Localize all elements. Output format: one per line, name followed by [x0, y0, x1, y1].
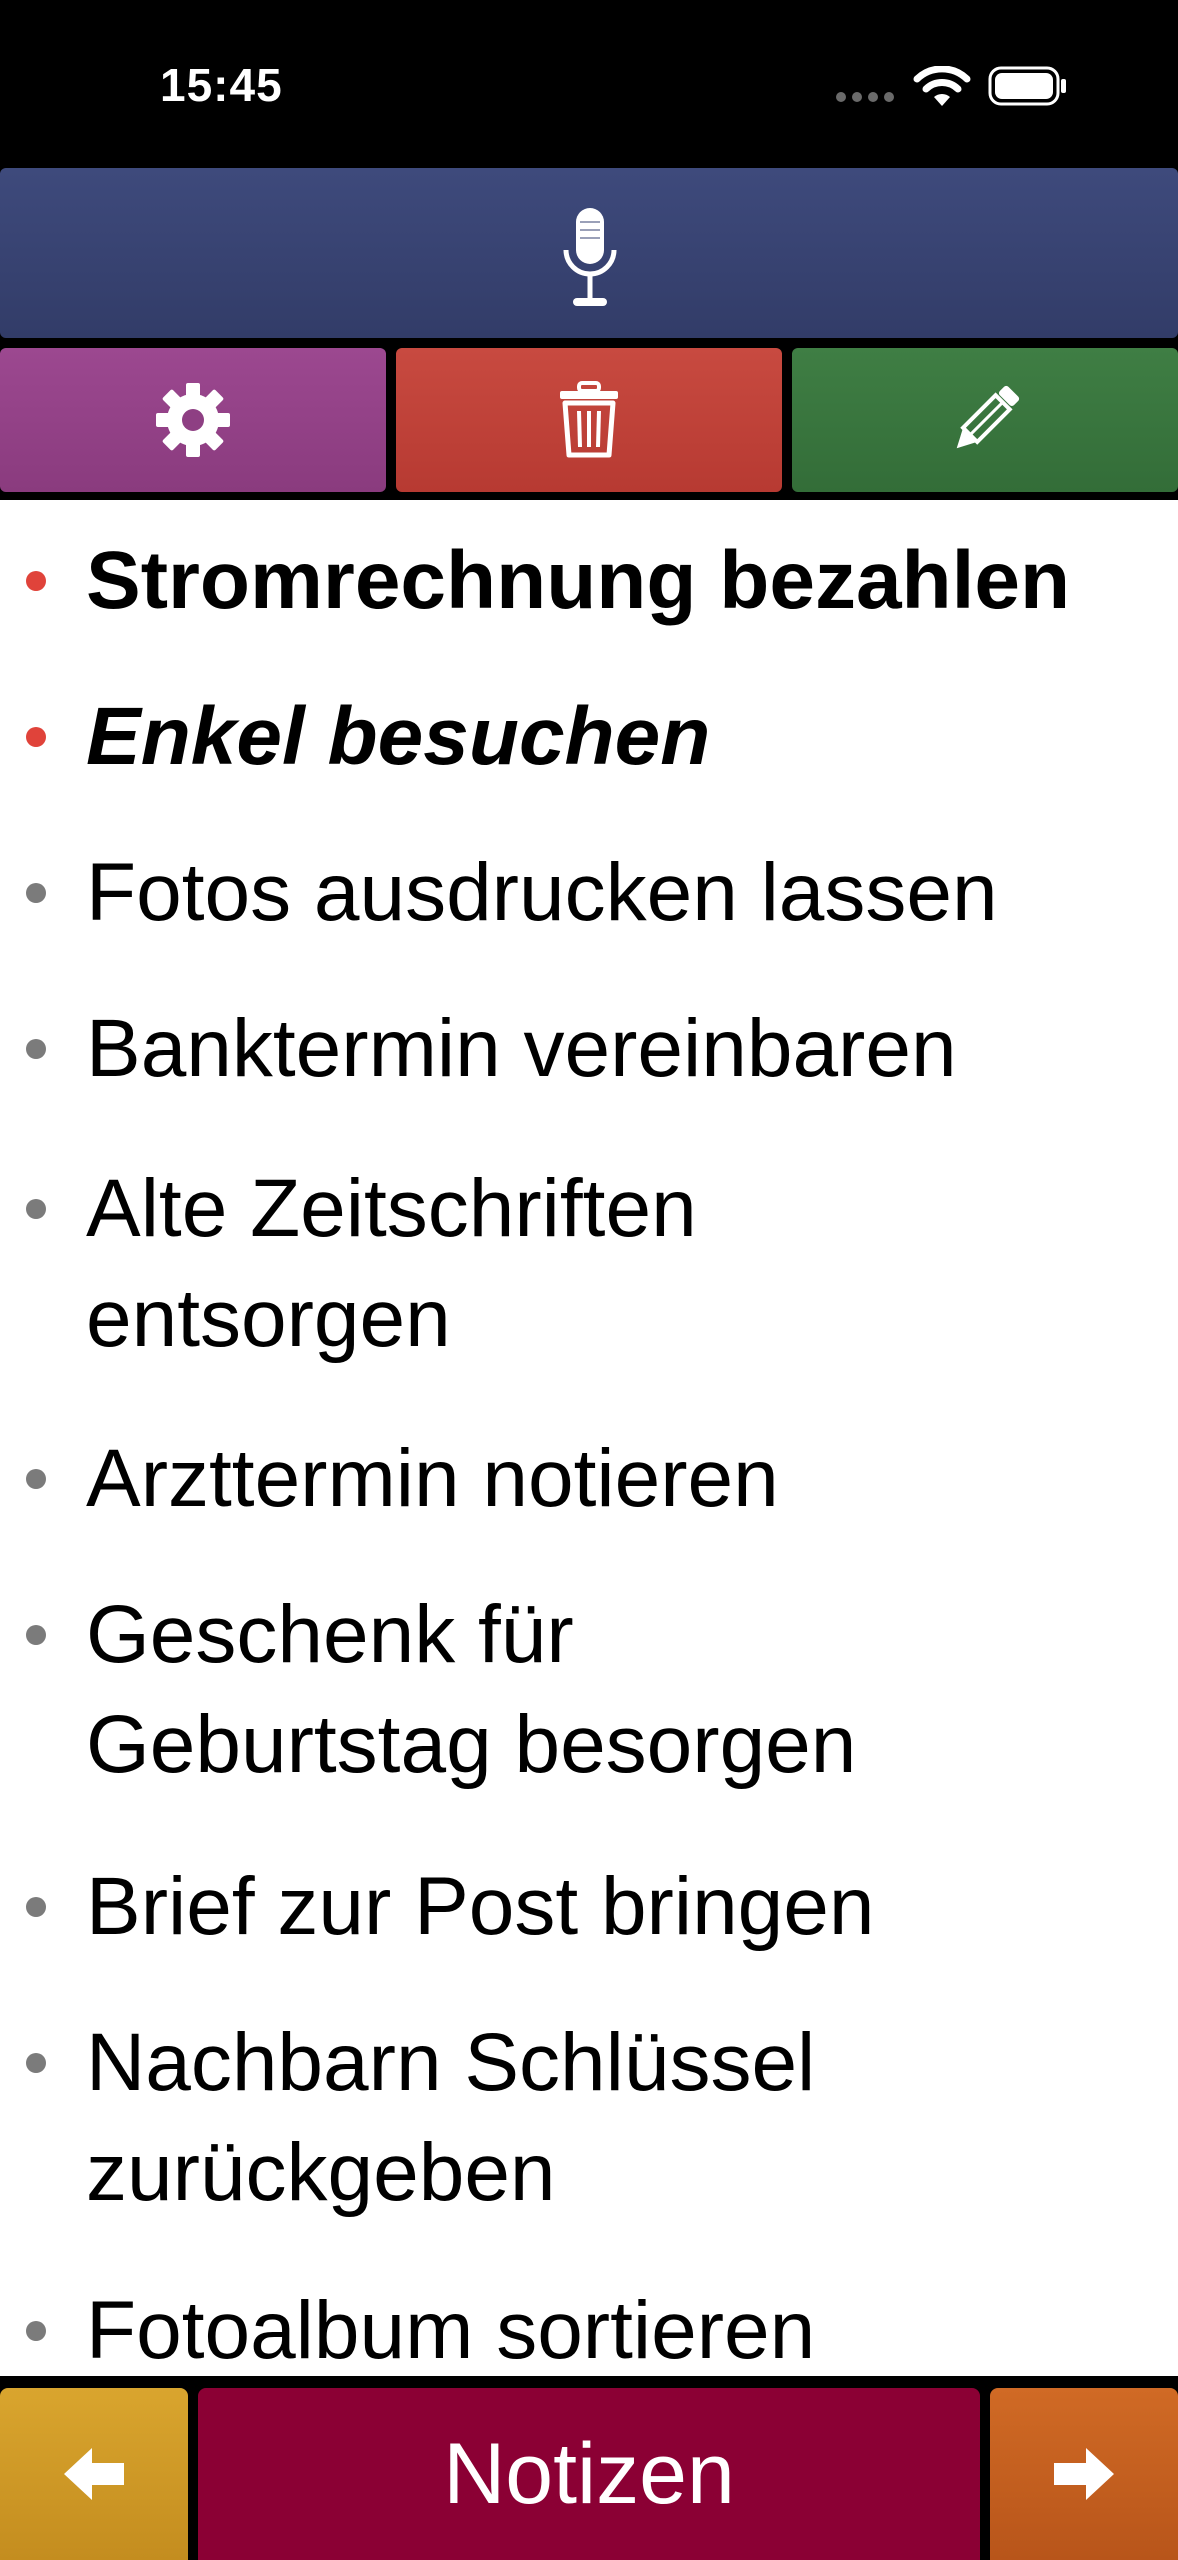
- note-text: Fotos ausdrucken lassen: [86, 847, 998, 938]
- note-text: Banktermin vereinbaren: [86, 1003, 957, 1094]
- list-item[interactable]: Stromrechnung bezahlen: [0, 526, 1178, 636]
- bullet: [26, 2053, 46, 2073]
- bullet: [26, 1897, 46, 1917]
- list-item[interactable]: Fotoalbum sortieren: [0, 2276, 1178, 2376]
- note-text: Stromrechnung bezahlen: [86, 535, 1071, 626]
- section-title: Notizen: [198, 2388, 980, 2560]
- signal-dots-icon: [836, 92, 896, 102]
- next-button[interactable]: [990, 2388, 1178, 2560]
- battery-icon: [988, 66, 1066, 106]
- list-item[interactable]: Nachbarn Schlüssel zurückgeben: [0, 2008, 1178, 2228]
- note-text: Alte Zeitschriften entsorgen: [86, 1163, 697, 1364]
- gear-icon: [156, 383, 230, 457]
- bullet: [26, 1625, 46, 1645]
- list-item[interactable]: Alte Zeitschriften entsorgen: [0, 1154, 1178, 1374]
- list-item[interactable]: Fotos ausdrucken lassen: [0, 838, 1178, 948]
- settings-button[interactable]: [0, 348, 386, 492]
- list-item[interactable]: Enkel besuchen: [0, 682, 1178, 792]
- previous-button[interactable]: [0, 2388, 188, 2560]
- note-text: Geschenk für Geburtstag besorgen: [86, 1589, 857, 1790]
- note-text: Arzttermin notieren: [86, 1433, 779, 1524]
- note-text: Nachbarn Schlüssel zurückgeben: [86, 2017, 816, 2218]
- bullet: [26, 2321, 46, 2341]
- bullet: [26, 1039, 46, 1059]
- microphone-icon: [563, 208, 617, 306]
- status-bar: 15:45: [0, 0, 1178, 168]
- bullet: [26, 883, 46, 903]
- note-text: Fotoalbum sortieren: [86, 2285, 816, 2376]
- list-item[interactable]: Banktermin vereinbaren: [0, 994, 1178, 1104]
- notes-list[interactable]: Stromrechnung bezahlen Enkel besuchen Fo…: [0, 500, 1178, 2376]
- pencil-icon: [956, 385, 1020, 449]
- voice-record-button[interactable]: [0, 168, 1178, 338]
- arrow-right-icon: [1054, 2448, 1114, 2500]
- delete-button[interactable]: [396, 348, 782, 492]
- list-item[interactable]: Brief zur Post bringen: [0, 1852, 1178, 1962]
- bullet-important: [26, 571, 46, 591]
- note-text: Brief zur Post bringen: [86, 1861, 875, 1952]
- edit-button[interactable]: [792, 348, 1178, 492]
- status-time: 15:45: [160, 59, 283, 111]
- list-item[interactable]: Geschenk für Geburtstag besorgen: [0, 1580, 1178, 1800]
- bottom-navigation: Notizen: [0, 2376, 1178, 2560]
- wifi-icon: [913, 66, 971, 106]
- bullet: [26, 1199, 46, 1219]
- trash-icon: [560, 381, 618, 458]
- list-item[interactable]: Arzttermin notieren: [0, 1424, 1178, 1534]
- arrow-left-icon: [64, 2448, 124, 2500]
- bullet-important: [26, 727, 46, 747]
- note-text: Enkel besuchen: [86, 691, 711, 782]
- bullet: [26, 1469, 46, 1489]
